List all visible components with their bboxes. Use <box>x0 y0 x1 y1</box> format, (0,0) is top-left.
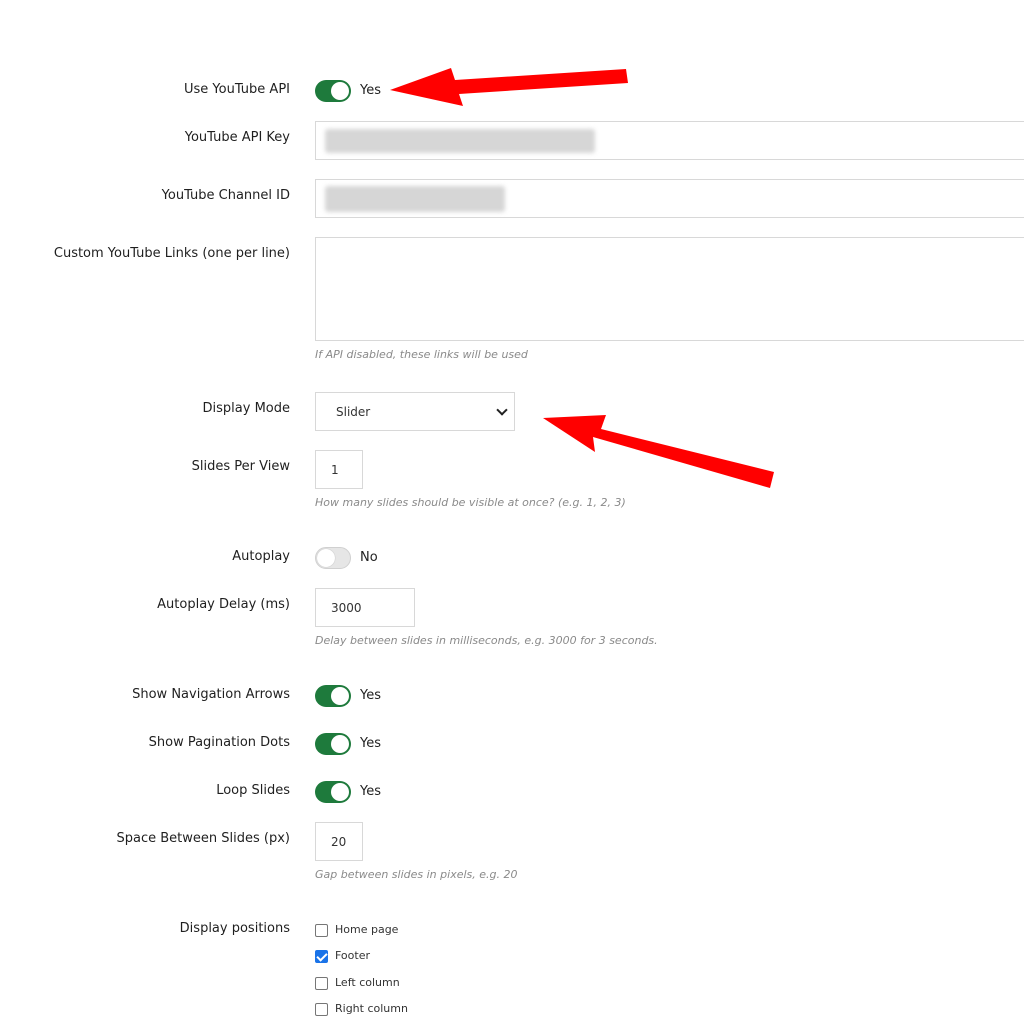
custom-links-label: Custom YouTube Links (one per line) <box>53 246 290 261</box>
nav-arrows-toggle[interactable] <box>315 685 351 707</box>
nav-arrows-state: Yes <box>360 688 381 703</box>
slides-per-view-label: Slides Per View <box>191 459 290 474</box>
redacted-value <box>325 129 595 153</box>
autoplay-label: Autoplay <box>232 549 290 564</box>
autoplay-state: No <box>360 550 378 565</box>
autoplay-delay-value: 3000 <box>331 600 362 615</box>
loop-slides-toggle[interactable] <box>315 781 351 803</box>
toggle-knob <box>331 687 349 705</box>
autoplay-toggle[interactable] <box>315 547 351 569</box>
api-key-label: YouTube API Key <box>184 130 290 145</box>
checkbox-right-column[interactable] <box>315 1003 328 1016</box>
checkbox-footer[interactable] <box>315 950 328 963</box>
display-positions-label: Display positions <box>179 921 290 936</box>
display-mode-select[interactable]: Slider <box>315 392 515 431</box>
chevron-down-icon <box>496 404 508 416</box>
space-between-label: Space Between Slides (px) <box>116 831 290 846</box>
toggle-knob <box>331 735 349 753</box>
toggle-knob <box>331 82 349 100</box>
slides-per-view-help: How many slides should be visible at onc… <box>315 496 626 509</box>
checkbox-label: Home page <box>335 923 399 936</box>
slides-per-view-value: 1 <box>331 462 339 477</box>
annotation-arrow <box>390 68 628 106</box>
loop-slides-state: Yes <box>360 784 381 799</box>
checkbox-label: Right column <box>335 1002 408 1015</box>
checkbox-left-column[interactable] <box>315 977 328 990</box>
space-between-help: Gap between slides in pixels, e.g. 20 <box>315 868 518 881</box>
toggle-knob <box>317 549 335 567</box>
toggle-knob <box>331 783 349 801</box>
redacted-value <box>325 186 505 212</box>
checkbox-home-page[interactable] <box>315 924 328 937</box>
space-between-input[interactable]: 20 <box>315 822 363 861</box>
checkbox-label: Footer <box>335 949 370 962</box>
slides-per-view-input[interactable]: 1 <box>315 450 363 489</box>
channel-id-input[interactable] <box>315 179 1024 218</box>
use-youtube-api-label: Use YouTube API <box>184 82 290 97</box>
api-key-input[interactable] <box>315 121 1024 160</box>
use-youtube-api-state: Yes <box>360 83 381 98</box>
custom-links-textarea[interactable] <box>315 237 1024 341</box>
autoplay-delay-help: Delay between slides in milliseconds, e.… <box>315 634 658 647</box>
custom-links-help: If API disabled, these links will be use… <box>315 348 528 361</box>
use-youtube-api-toggle[interactable] <box>315 80 351 102</box>
loop-slides-label: Loop Slides <box>216 783 290 798</box>
pagination-dots-label: Show Pagination Dots <box>148 735 290 750</box>
pagination-dots-state: Yes <box>360 736 381 751</box>
autoplay-delay-label: Autoplay Delay (ms) <box>157 597 290 612</box>
pagination-dots-toggle[interactable] <box>315 733 351 755</box>
display-mode-label: Display Mode <box>202 401 290 416</box>
display-mode-value: Slider <box>336 404 371 419</box>
autoplay-delay-input[interactable]: 3000 <box>315 588 415 627</box>
nav-arrows-label: Show Navigation Arrows <box>132 687 290 702</box>
annotation-arrow <box>543 415 774 488</box>
space-between-value: 20 <box>331 834 347 849</box>
channel-id-label: YouTube Channel ID <box>161 188 290 203</box>
checkbox-label: Left column <box>335 976 400 989</box>
